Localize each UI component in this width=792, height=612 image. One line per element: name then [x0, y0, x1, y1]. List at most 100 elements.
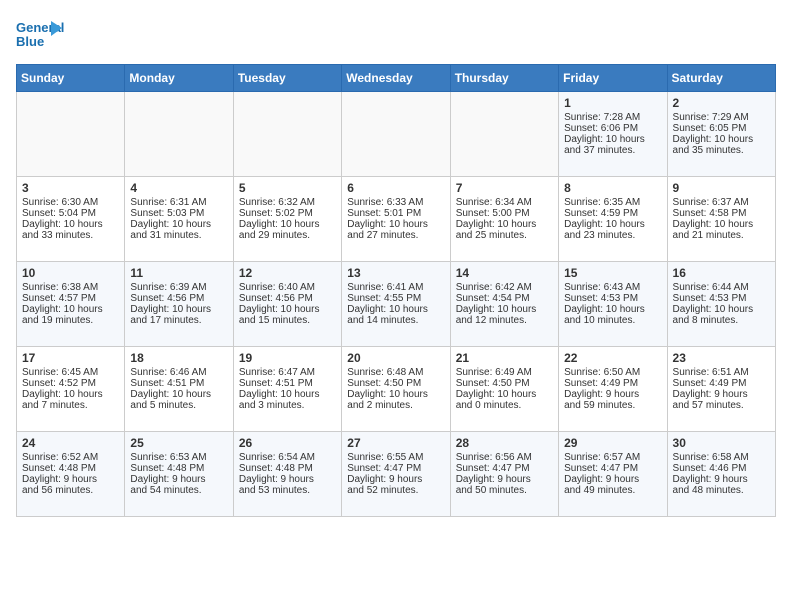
- day-info: Sunrise: 6:58 AM: [673, 452, 770, 463]
- calendar-cell: 7Sunrise: 6:34 AMSunset: 5:00 PMDaylight…: [450, 177, 558, 262]
- day-info: Daylight: 10 hours: [347, 389, 444, 400]
- day-number: 9: [673, 181, 770, 195]
- calendar-cell: 10Sunrise: 6:38 AMSunset: 4:57 PMDayligh…: [17, 262, 125, 347]
- day-info: and 12 minutes.: [456, 315, 553, 326]
- day-info: Sunset: 4:49 PM: [564, 378, 661, 389]
- day-info: Daylight: 10 hours: [673, 219, 770, 230]
- day-info: Sunrise: 6:51 AM: [673, 367, 770, 378]
- day-info: Daylight: 10 hours: [22, 219, 119, 230]
- day-info: and 53 minutes.: [239, 485, 336, 496]
- day-info: and 17 minutes.: [130, 315, 227, 326]
- calendar-cell: 29Sunrise: 6:57 AMSunset: 4:47 PMDayligh…: [559, 432, 667, 517]
- day-info: Sunrise: 6:31 AM: [130, 197, 227, 208]
- day-number: 15: [564, 266, 661, 280]
- day-number: 23: [673, 351, 770, 365]
- calendar-cell: [233, 92, 341, 177]
- day-info: Sunset: 5:02 PM: [239, 208, 336, 219]
- day-info: Daylight: 10 hours: [239, 219, 336, 230]
- day-info: and 5 minutes.: [130, 400, 227, 411]
- day-info: and 33 minutes.: [22, 230, 119, 241]
- day-number: 3: [22, 181, 119, 195]
- day-info: Sunset: 5:03 PM: [130, 208, 227, 219]
- day-number: 1: [564, 96, 661, 110]
- day-number: 5: [239, 181, 336, 195]
- day-info: Sunset: 4:46 PM: [673, 463, 770, 474]
- day-info: Sunset: 5:04 PM: [22, 208, 119, 219]
- svg-text:Blue: Blue: [16, 34, 44, 49]
- day-number: 26: [239, 436, 336, 450]
- weekday-header: Saturday: [667, 65, 775, 92]
- day-info: and 29 minutes.: [239, 230, 336, 241]
- day-info: Sunrise: 6:41 AM: [347, 282, 444, 293]
- day-info: Sunrise: 6:53 AM: [130, 452, 227, 463]
- day-info: Sunset: 4:47 PM: [347, 463, 444, 474]
- day-info: Sunset: 4:49 PM: [673, 378, 770, 389]
- day-info: Daylight: 10 hours: [673, 304, 770, 315]
- weekday-header: Sunday: [17, 65, 125, 92]
- day-info: and 59 minutes.: [564, 400, 661, 411]
- day-info: and 8 minutes.: [673, 315, 770, 326]
- day-info: Sunrise: 6:56 AM: [456, 452, 553, 463]
- weekday-header: Tuesday: [233, 65, 341, 92]
- day-info: and 7 minutes.: [22, 400, 119, 411]
- day-info: Sunrise: 6:47 AM: [239, 367, 336, 378]
- calendar-cell: 17Sunrise: 6:45 AMSunset: 4:52 PMDayligh…: [17, 347, 125, 432]
- day-info: and 50 minutes.: [456, 485, 553, 496]
- day-info: Daylight: 9 hours: [239, 474, 336, 485]
- day-info: Sunrise: 7:29 AM: [673, 112, 770, 123]
- day-info: Sunset: 4:54 PM: [456, 293, 553, 304]
- day-number: 25: [130, 436, 227, 450]
- day-info: Daylight: 10 hours: [239, 389, 336, 400]
- day-info: Daylight: 10 hours: [673, 134, 770, 145]
- calendar-cell: 20Sunrise: 6:48 AMSunset: 4:50 PMDayligh…: [342, 347, 450, 432]
- header: GeneralBlue: [16, 16, 776, 56]
- day-info: Sunset: 4:59 PM: [564, 208, 661, 219]
- day-info: Sunrise: 6:55 AM: [347, 452, 444, 463]
- calendar-week-row: 17Sunrise: 6:45 AMSunset: 4:52 PMDayligh…: [17, 347, 776, 432]
- logo: GeneralBlue: [16, 16, 66, 56]
- day-info: Daylight: 9 hours: [347, 474, 444, 485]
- day-info: and 37 minutes.: [564, 145, 661, 156]
- day-info: Sunrise: 6:57 AM: [564, 452, 661, 463]
- day-info: Sunrise: 6:35 AM: [564, 197, 661, 208]
- day-number: 27: [347, 436, 444, 450]
- calendar-cell: 28Sunrise: 6:56 AMSunset: 4:47 PMDayligh…: [450, 432, 558, 517]
- day-number: 29: [564, 436, 661, 450]
- calendar-cell: 5 Sunrise: 6:32 AMSunset: 5:02 PMDaylight…: [233, 177, 341, 262]
- day-info: and 52 minutes.: [347, 485, 444, 496]
- calendar-cell: 24Sunrise: 6:52 AMSunset: 4:48 PMDayligh…: [17, 432, 125, 517]
- day-info: Daylight: 10 hours: [22, 389, 119, 400]
- calendar-table: SundayMondayTuesdayWednesdayThursdayFrid…: [16, 64, 776, 517]
- day-info: and 21 minutes.: [673, 230, 770, 241]
- day-number: 14: [456, 266, 553, 280]
- day-info: Sunset: 4:55 PM: [347, 293, 444, 304]
- day-number: 13: [347, 266, 444, 280]
- day-info: Sunset: 4:51 PM: [239, 378, 336, 389]
- day-info: Sunset: 4:50 PM: [347, 378, 444, 389]
- day-info: Sunrise: 6:46 AM: [130, 367, 227, 378]
- calendar-cell: 2Sunrise: 7:29 AMSunset: 6:05 PMDaylight…: [667, 92, 775, 177]
- calendar-cell: 30Sunrise: 6:58 AMSunset: 4:46 PMDayligh…: [667, 432, 775, 517]
- day-info: Daylight: 10 hours: [456, 389, 553, 400]
- calendar-cell: 4Sunrise: 6:31 AMSunset: 5:03 PMDaylight…: [125, 177, 233, 262]
- day-info: and 10 minutes.: [564, 315, 661, 326]
- calendar-week-row: 10Sunrise: 6:38 AMSunset: 4:57 PMDayligh…: [17, 262, 776, 347]
- day-info: Sunrise: 6:38 AM: [22, 282, 119, 293]
- day-number: 4: [130, 181, 227, 195]
- day-info: and 23 minutes.: [564, 230, 661, 241]
- day-number: 2: [673, 96, 770, 110]
- day-number: 7: [456, 181, 553, 195]
- day-info: Sunset: 4:51 PM: [130, 378, 227, 389]
- day-number: 20: [347, 351, 444, 365]
- calendar-cell: 15Sunrise: 6:43 AMSunset: 4:53 PMDayligh…: [559, 262, 667, 347]
- day-info: Daylight: 9 hours: [130, 474, 227, 485]
- day-info: Sunset: 4:53 PM: [673, 293, 770, 304]
- day-info: and 27 minutes.: [347, 230, 444, 241]
- calendar-cell: [342, 92, 450, 177]
- day-info: Sunset: 4:52 PM: [22, 378, 119, 389]
- day-info: Daylight: 9 hours: [22, 474, 119, 485]
- day-info: Sunrise: 6:32 AM: [239, 197, 336, 208]
- day-info: Daylight: 10 hours: [564, 219, 661, 230]
- day-number: 19: [239, 351, 336, 365]
- day-info: Daylight: 10 hours: [564, 134, 661, 145]
